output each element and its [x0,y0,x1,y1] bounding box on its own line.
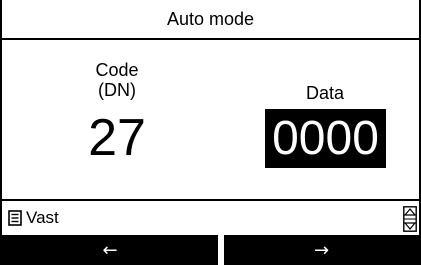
left-arrow-softkey[interactable]: ← [2,235,218,265]
right-arrow-softkey[interactable]: → [224,235,419,265]
page-title: Auto mode [166,8,255,29]
mode-title-bar: Auto mode [2,0,419,40]
status-divider [2,199,419,201]
softkey-bar: ← → [2,235,419,265]
remote-controller-screen: Auto mode Code (DN) 27 Data 0000 Vast ← … [0,0,421,265]
code-label-line1: Code [95,60,139,80]
code-value: 27 [88,109,146,167]
up-down-arrows-icon[interactable] [403,206,417,232]
list-icon [8,210,22,226]
data-label: Data [305,83,345,103]
data-value-field[interactable]: 0000 [265,109,386,168]
code-label-line2: (DN) [98,80,136,100]
status-text: Vast [26,208,59,227]
left-arrow-icon: ← [102,239,118,261]
right-arrow-icon: → [313,239,330,261]
status-row: Vast [2,204,419,232]
code-label: Code (DN) [57,60,177,100]
